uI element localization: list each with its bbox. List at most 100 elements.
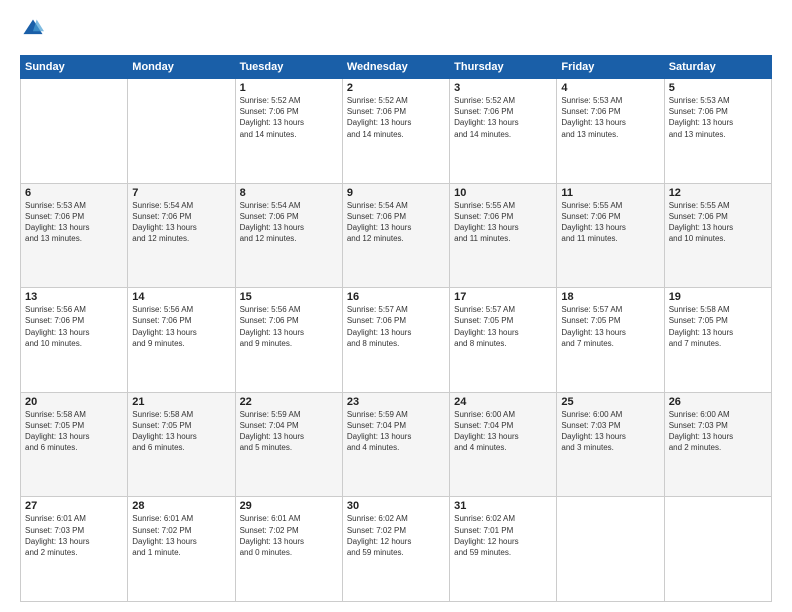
calendar-cell: 3Sunrise: 5:52 AM Sunset: 7:06 PM Daylig… [450, 79, 557, 184]
day-number: 17 [454, 291, 552, 303]
calendar-cell: 9Sunrise: 5:54 AM Sunset: 7:06 PM Daylig… [342, 183, 449, 288]
day-info: Sunrise: 5:58 AM Sunset: 7:05 PM Dayligh… [132, 409, 230, 454]
day-number: 6 [25, 187, 123, 199]
weekday-header: Sunday [21, 56, 128, 79]
day-info: Sunrise: 5:58 AM Sunset: 7:05 PM Dayligh… [669, 304, 767, 349]
day-info: Sunrise: 5:56 AM Sunset: 7:06 PM Dayligh… [25, 304, 123, 349]
day-info: Sunrise: 6:00 AM Sunset: 7:04 PM Dayligh… [454, 409, 552, 454]
day-info: Sunrise: 5:54 AM Sunset: 7:06 PM Dayligh… [132, 200, 230, 245]
calendar-cell: 14Sunrise: 5:56 AM Sunset: 7:06 PM Dayli… [128, 288, 235, 393]
day-number: 27 [25, 500, 123, 512]
calendar-cell: 31Sunrise: 6:02 AM Sunset: 7:01 PM Dayli… [450, 497, 557, 602]
day-number: 3 [454, 82, 552, 94]
day-number: 31 [454, 500, 552, 512]
day-info: Sunrise: 5:54 AM Sunset: 7:06 PM Dayligh… [240, 200, 338, 245]
day-number: 25 [561, 396, 659, 408]
day-info: Sunrise: 6:02 AM Sunset: 7:01 PM Dayligh… [454, 513, 552, 558]
calendar-cell: 20Sunrise: 5:58 AM Sunset: 7:05 PM Dayli… [21, 392, 128, 497]
day-info: Sunrise: 6:02 AM Sunset: 7:02 PM Dayligh… [347, 513, 445, 558]
calendar-cell: 5Sunrise: 5:53 AM Sunset: 7:06 PM Daylig… [664, 79, 771, 184]
day-number: 23 [347, 396, 445, 408]
day-number: 2 [347, 82, 445, 94]
calendar-week-row: 27Sunrise: 6:01 AM Sunset: 7:03 PM Dayli… [21, 497, 772, 602]
day-info: Sunrise: 5:58 AM Sunset: 7:05 PM Dayligh… [25, 409, 123, 454]
day-number: 16 [347, 291, 445, 303]
logo-icon [22, 18, 44, 40]
day-info: Sunrise: 5:54 AM Sunset: 7:06 PM Dayligh… [347, 200, 445, 245]
calendar-cell: 7Sunrise: 5:54 AM Sunset: 7:06 PM Daylig… [128, 183, 235, 288]
weekday-header: Monday [128, 56, 235, 79]
weekday-header: Saturday [664, 56, 771, 79]
calendar-cell: 1Sunrise: 5:52 AM Sunset: 7:06 PM Daylig… [235, 79, 342, 184]
calendar-cell: 28Sunrise: 6:01 AM Sunset: 7:02 PM Dayli… [128, 497, 235, 602]
day-number: 5 [669, 82, 767, 94]
day-number: 10 [454, 187, 552, 199]
calendar-header-row: SundayMondayTuesdayWednesdayThursdayFrid… [21, 56, 772, 79]
calendar-cell: 26Sunrise: 6:00 AM Sunset: 7:03 PM Dayli… [664, 392, 771, 497]
day-number: 26 [669, 396, 767, 408]
calendar-cell: 2Sunrise: 5:52 AM Sunset: 7:06 PM Daylig… [342, 79, 449, 184]
day-number: 14 [132, 291, 230, 303]
calendar-cell: 17Sunrise: 5:57 AM Sunset: 7:05 PM Dayli… [450, 288, 557, 393]
calendar-cell: 19Sunrise: 5:58 AM Sunset: 7:05 PM Dayli… [664, 288, 771, 393]
day-number: 30 [347, 500, 445, 512]
day-info: Sunrise: 5:56 AM Sunset: 7:06 PM Dayligh… [132, 304, 230, 349]
day-info: Sunrise: 5:52 AM Sunset: 7:06 PM Dayligh… [240, 95, 338, 140]
day-number: 22 [240, 396, 338, 408]
calendar-cell [128, 79, 235, 184]
day-info: Sunrise: 5:53 AM Sunset: 7:06 PM Dayligh… [25, 200, 123, 245]
calendar-cell: 15Sunrise: 5:56 AM Sunset: 7:06 PM Dayli… [235, 288, 342, 393]
day-number: 4 [561, 82, 659, 94]
calendar-cell: 10Sunrise: 5:55 AM Sunset: 7:06 PM Dayli… [450, 183, 557, 288]
calendar: SundayMondayTuesdayWednesdayThursdayFrid… [20, 55, 772, 602]
day-info: Sunrise: 5:57 AM Sunset: 7:05 PM Dayligh… [561, 304, 659, 349]
day-info: Sunrise: 6:00 AM Sunset: 7:03 PM Dayligh… [561, 409, 659, 454]
calendar-cell: 25Sunrise: 6:00 AM Sunset: 7:03 PM Dayli… [557, 392, 664, 497]
calendar-week-row: 1Sunrise: 5:52 AM Sunset: 7:06 PM Daylig… [21, 79, 772, 184]
calendar-cell: 11Sunrise: 5:55 AM Sunset: 7:06 PM Dayli… [557, 183, 664, 288]
day-info: Sunrise: 6:01 AM Sunset: 7:03 PM Dayligh… [25, 513, 123, 558]
day-number: 11 [561, 187, 659, 199]
day-number: 8 [240, 187, 338, 199]
day-number: 15 [240, 291, 338, 303]
day-info: Sunrise: 5:55 AM Sunset: 7:06 PM Dayligh… [669, 200, 767, 245]
day-info: Sunrise: 6:00 AM Sunset: 7:03 PM Dayligh… [669, 409, 767, 454]
day-number: 13 [25, 291, 123, 303]
page: SundayMondayTuesdayWednesdayThursdayFrid… [0, 0, 792, 612]
day-number: 12 [669, 187, 767, 199]
calendar-cell: 4Sunrise: 5:53 AM Sunset: 7:06 PM Daylig… [557, 79, 664, 184]
calendar-week-row: 6Sunrise: 5:53 AM Sunset: 7:06 PM Daylig… [21, 183, 772, 288]
calendar-cell: 16Sunrise: 5:57 AM Sunset: 7:06 PM Dayli… [342, 288, 449, 393]
calendar-cell: 21Sunrise: 5:58 AM Sunset: 7:05 PM Dayli… [128, 392, 235, 497]
day-info: Sunrise: 6:01 AM Sunset: 7:02 PM Dayligh… [240, 513, 338, 558]
day-info: Sunrise: 6:01 AM Sunset: 7:02 PM Dayligh… [132, 513, 230, 558]
logo [20, 18, 44, 45]
calendar-week-row: 20Sunrise: 5:58 AM Sunset: 7:05 PM Dayli… [21, 392, 772, 497]
day-number: 7 [132, 187, 230, 199]
weekday-header: Wednesday [342, 56, 449, 79]
day-info: Sunrise: 5:52 AM Sunset: 7:06 PM Dayligh… [347, 95, 445, 140]
calendar-cell [21, 79, 128, 184]
day-info: Sunrise: 5:55 AM Sunset: 7:06 PM Dayligh… [454, 200, 552, 245]
day-info: Sunrise: 5:59 AM Sunset: 7:04 PM Dayligh… [347, 409, 445, 454]
weekday-header: Friday [557, 56, 664, 79]
day-info: Sunrise: 5:56 AM Sunset: 7:06 PM Dayligh… [240, 304, 338, 349]
day-number: 21 [132, 396, 230, 408]
day-info: Sunrise: 5:55 AM Sunset: 7:06 PM Dayligh… [561, 200, 659, 245]
calendar-week-row: 13Sunrise: 5:56 AM Sunset: 7:06 PM Dayli… [21, 288, 772, 393]
day-info: Sunrise: 5:57 AM Sunset: 7:06 PM Dayligh… [347, 304, 445, 349]
calendar-cell: 27Sunrise: 6:01 AM Sunset: 7:03 PM Dayli… [21, 497, 128, 602]
weekday-header: Thursday [450, 56, 557, 79]
calendar-cell: 6Sunrise: 5:53 AM Sunset: 7:06 PM Daylig… [21, 183, 128, 288]
calendar-cell: 29Sunrise: 6:01 AM Sunset: 7:02 PM Dayli… [235, 497, 342, 602]
calendar-cell: 18Sunrise: 5:57 AM Sunset: 7:05 PM Dayli… [557, 288, 664, 393]
day-number: 18 [561, 291, 659, 303]
day-number: 24 [454, 396, 552, 408]
day-info: Sunrise: 5:53 AM Sunset: 7:06 PM Dayligh… [669, 95, 767, 140]
calendar-cell: 24Sunrise: 6:00 AM Sunset: 7:04 PM Dayli… [450, 392, 557, 497]
calendar-cell [664, 497, 771, 602]
day-number: 28 [132, 500, 230, 512]
day-info: Sunrise: 5:53 AM Sunset: 7:06 PM Dayligh… [561, 95, 659, 140]
day-number: 19 [669, 291, 767, 303]
calendar-cell: 13Sunrise: 5:56 AM Sunset: 7:06 PM Dayli… [21, 288, 128, 393]
